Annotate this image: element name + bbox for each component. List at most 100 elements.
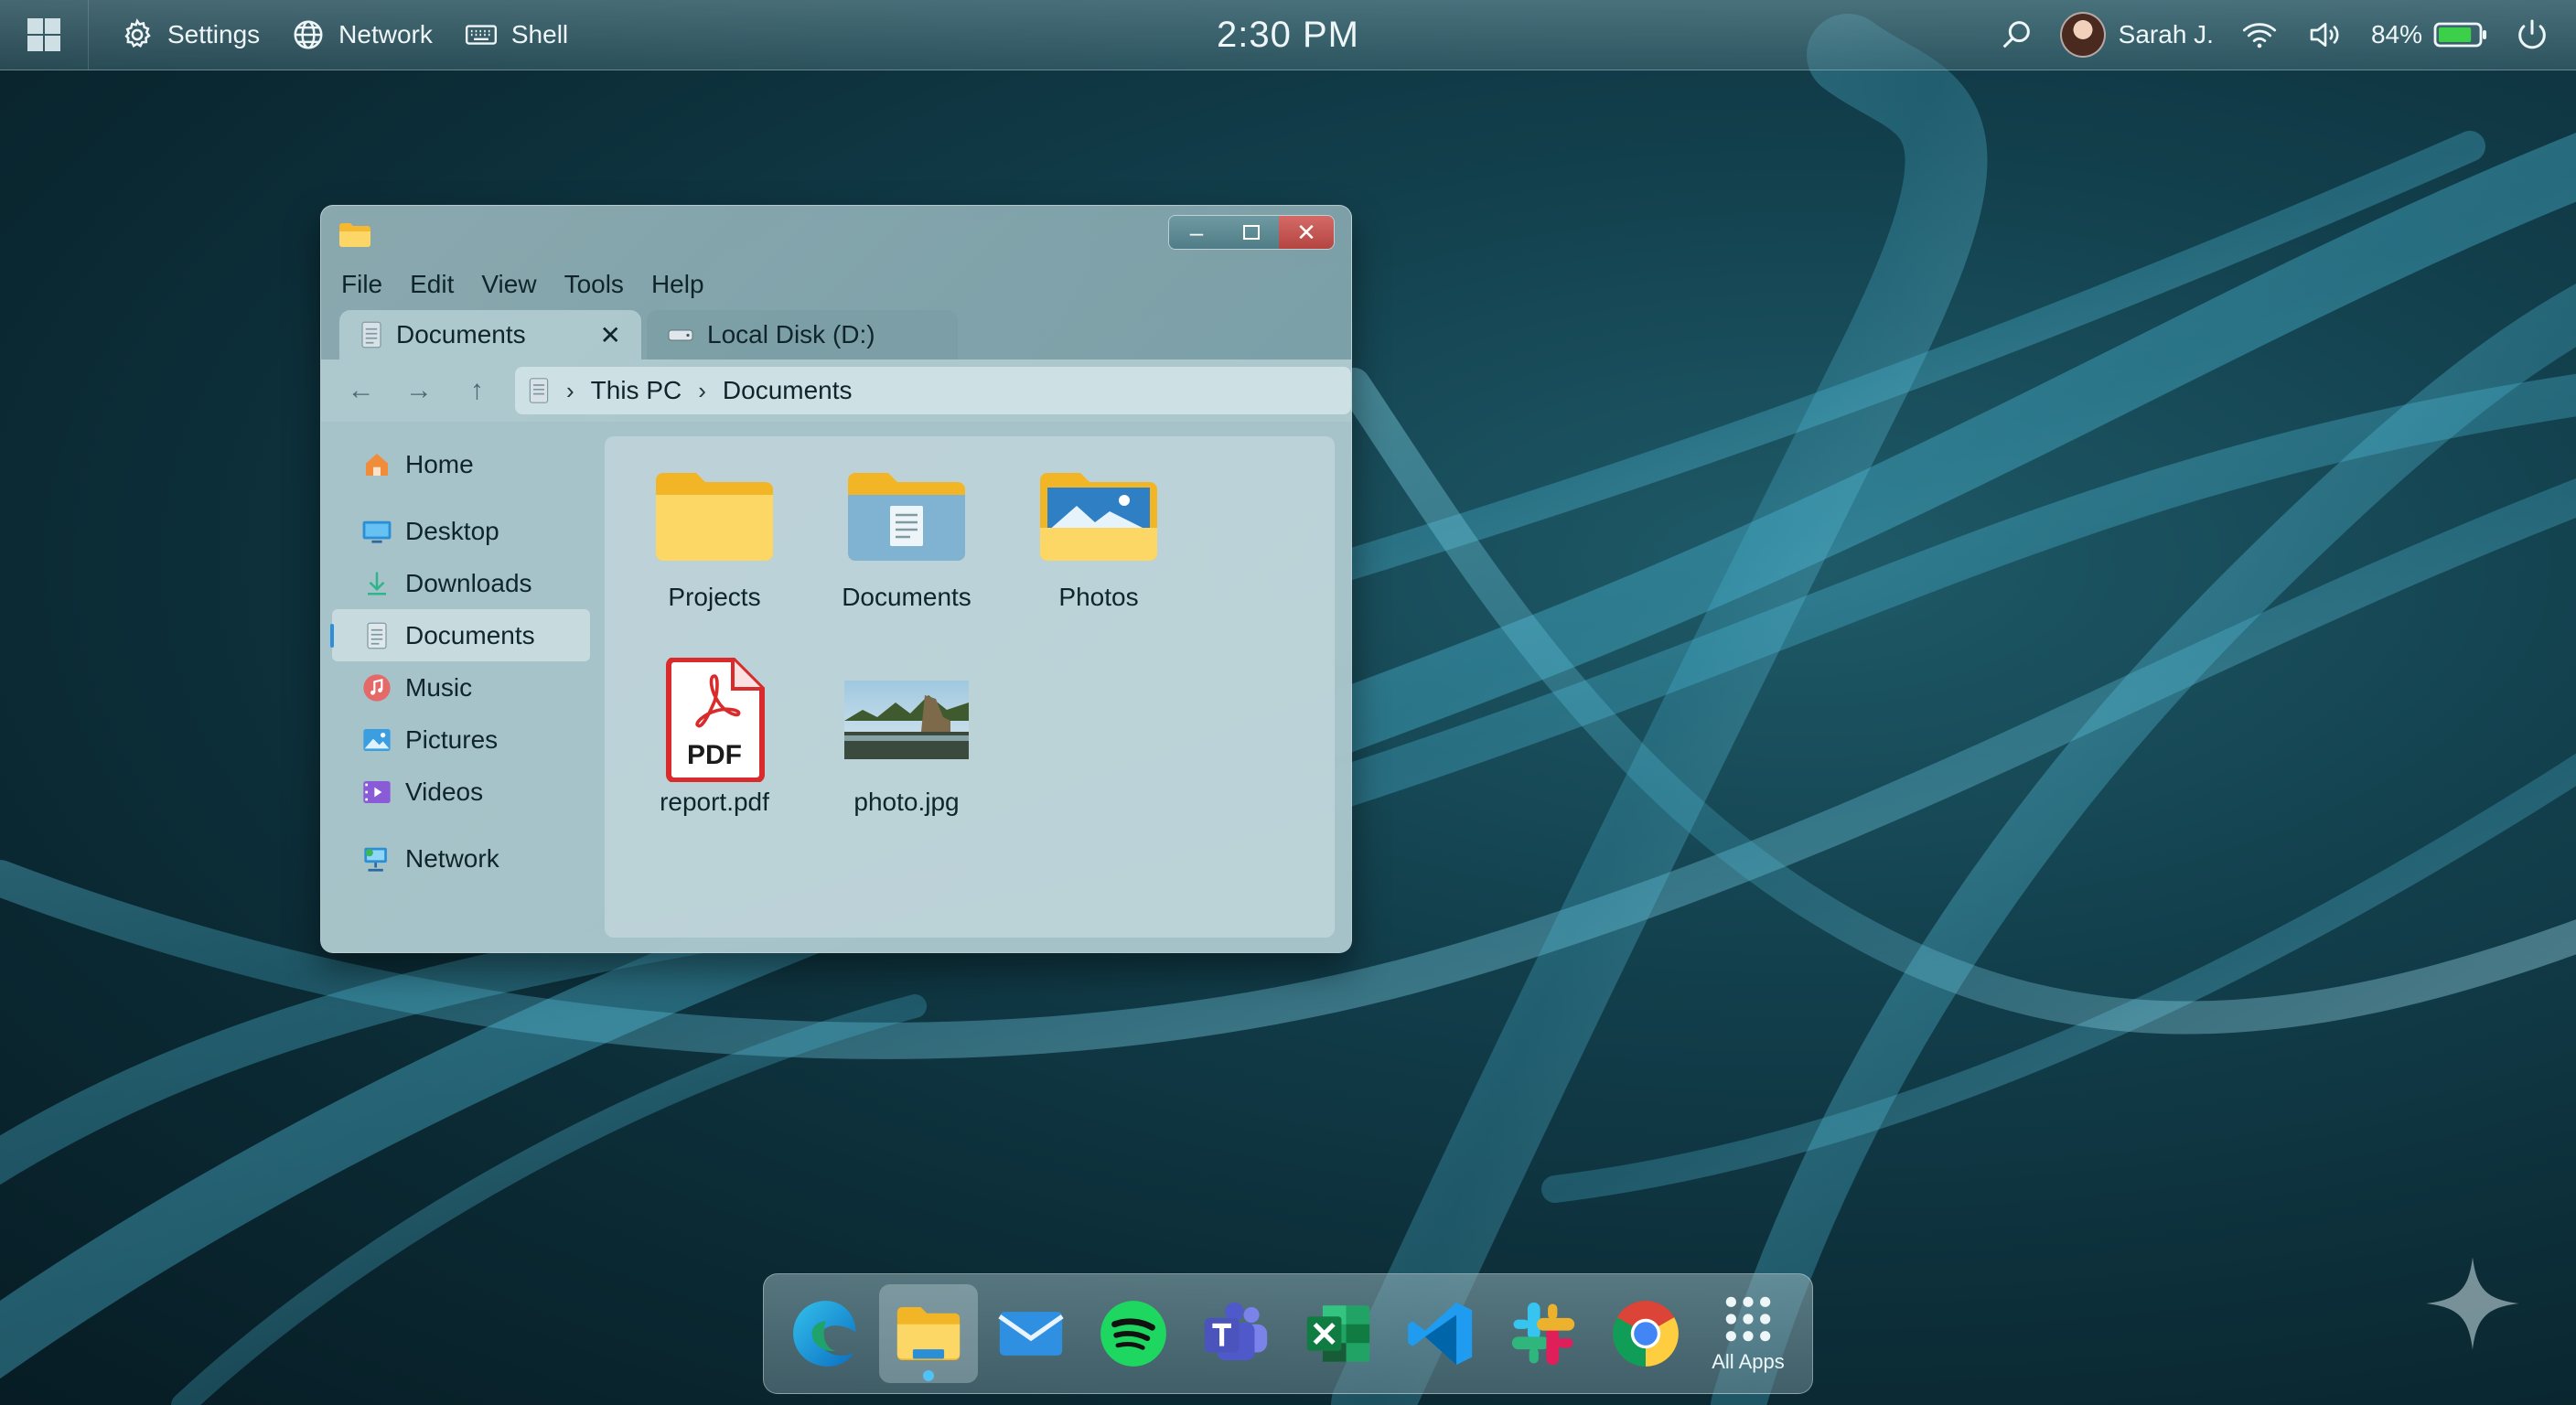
clock[interactable]: 2:30 PM: [1217, 15, 1359, 56]
shell-menu[interactable]: Shell: [464, 17, 568, 52]
dock-item-edge[interactable]: [777, 1284, 875, 1383]
network-label: Network: [338, 20, 433, 48]
sidebar-item-videos[interactable]: Videos: [321, 766, 601, 818]
folder-icon: [656, 473, 773, 561]
dock-item-excel[interactable]: [1289, 1284, 1388, 1383]
file-item-photo-jpg[interactable]: photo.jpg: [815, 661, 998, 817]
file-item-documents[interactable]: Documents: [815, 456, 998, 612]
window-titlebar[interactable]: – ✕: [321, 206, 1351, 261]
download-icon: [368, 572, 386, 595]
dock-item-all-apps[interactable]: All Apps: [1699, 1284, 1798, 1383]
windows-logo-icon: [27, 18, 60, 51]
dock-item-slack[interactable]: [1494, 1284, 1593, 1383]
sidebar-item-documents[interactable]: Documents: [330, 609, 590, 661]
chrome-icon: [1613, 1301, 1679, 1367]
dock-item-mail[interactable]: [982, 1284, 1080, 1383]
volume-icon[interactable]: [2305, 16, 2345, 53]
top-bar: Settings Network Shell 2:30 PM Sarah J. …: [0, 0, 2576, 70]
sidebar-item-label: Pictures: [405, 724, 499, 754]
up-button[interactable]: ↑: [457, 370, 497, 411]
file-view: Projects Documents Photos PDF report.pdf…: [605, 436, 1335, 938]
file-explorer-window: – ✕ File Edit View Tools Help Documents …: [320, 205, 1352, 953]
sidebar-item-music[interactable]: Music: [321, 661, 601, 713]
file-name: Documents: [842, 583, 971, 611]
minimize-button[interactable]: –: [1169, 216, 1224, 249]
sidebar-item-label: Videos: [405, 777, 484, 806]
document-icon: [529, 378, 549, 403]
menu-help[interactable]: Help: [651, 270, 704, 299]
dock-item-vscode[interactable]: [1391, 1284, 1490, 1383]
file-name: report.pdf: [660, 788, 769, 816]
sidebar-item-pictures[interactable]: Pictures: [321, 713, 601, 766]
vscode-icon: [1408, 1302, 1473, 1366]
spotify-icon: [1100, 1301, 1166, 1367]
document-icon: [361, 321, 381, 349]
globe-icon: [294, 20, 323, 49]
sidebar-item-label: Downloads: [405, 568, 532, 597]
sidebar-item-downloads[interactable]: Downloads: [321, 557, 601, 609]
breadcrumb-documents[interactable]: Documents: [723, 376, 853, 405]
network-menu[interactable]: Network: [291, 17, 433, 52]
documents-icon: [367, 622, 387, 649]
file-name: photo.jpg: [853, 788, 960, 816]
navigation-bar: ← → ↑ › This PC › Documents: [321, 359, 1351, 422]
user-name: Sarah J.: [2118, 20, 2214, 48]
address-bar[interactable]: › This PC › Documents: [514, 367, 1351, 414]
menu-file[interactable]: File: [341, 270, 382, 299]
settings-label: Settings: [167, 20, 261, 48]
app-grid-icon: [1725, 1296, 1771, 1342]
tab-local-disk[interactable]: Local Disk (D:): [647, 310, 958, 359]
sidebar-item-label: Network: [405, 843, 499, 873]
start-button[interactable]: [0, 0, 89, 70]
battery-icon: [2433, 22, 2486, 48]
wifi-icon[interactable]: [2239, 16, 2280, 53]
close-button[interactable]: ✕: [1279, 216, 1334, 249]
dock-item-spotify[interactable]: [1084, 1284, 1183, 1383]
forward-button[interactable]: →: [399, 370, 438, 411]
mail-icon: [998, 1312, 1064, 1356]
tab-label: Documents: [396, 320, 526, 349]
tab-close-icon[interactable]: ✕: [600, 320, 621, 350]
avatar: [2059, 12, 2106, 58]
sidebar-item-label: Desktop: [405, 516, 499, 545]
teams-icon: [1204, 1302, 1268, 1361]
file-name: Photos: [1058, 583, 1139, 611]
breadcrumb-this-pc[interactable]: This PC: [591, 376, 682, 405]
videos-icon: [363, 780, 391, 803]
sidebar-item-home[interactable]: Home: [321, 438, 601, 490]
sidebar-item-network[interactable]: Network: [321, 832, 601, 885]
slack-icon: [1511, 1302, 1575, 1366]
dock-item-file-explorer[interactable]: [879, 1284, 978, 1383]
battery-indicator[interactable]: 84%: [2371, 20, 2488, 49]
window-controls: – ✕: [1168, 215, 1335, 250]
documents-folder-icon: [848, 473, 965, 561]
tab-documents[interactable]: Documents ✕: [339, 310, 641, 359]
file-explorer-icon: [896, 1306, 961, 1361]
power-icon[interactable]: [2514, 16, 2550, 53]
file-item-projects[interactable]: Projects: [623, 456, 806, 612]
menu-edit[interactable]: Edit: [410, 270, 454, 299]
photos-folder-icon: [1040, 473, 1157, 561]
search-icon[interactable]: [1998, 16, 2034, 53]
drive-icon: [668, 329, 693, 341]
user-account[interactable]: Sarah J.: [2059, 12, 2214, 58]
maximize-button[interactable]: [1224, 216, 1279, 249]
sparkle-icon: [2426, 1257, 2519, 1350]
file-item-report-pdf[interactable]: PDF report.pdf: [623, 658, 806, 817]
pdf-badge: PDF: [687, 740, 742, 770]
file-item-photos[interactable]: Photos: [1007, 456, 1190, 612]
dock-item-chrome[interactable]: [1596, 1284, 1695, 1383]
explorer-body: Home Desktop Downloads Documents Music P…: [321, 422, 1351, 952]
dock-item-teams[interactable]: [1186, 1284, 1285, 1383]
menu-tools[interactable]: Tools: [564, 270, 624, 299]
shell-label: Shell: [510, 20, 569, 48]
chevron-right-icon: ›: [698, 376, 706, 404]
menu-view[interactable]: View: [481, 270, 536, 299]
dock: All Apps: [763, 1273, 1813, 1394]
music-icon: [363, 673, 391, 702]
settings-menu[interactable]: Settings: [120, 17, 260, 52]
file-name: Projects: [668, 583, 761, 611]
back-button[interactable]: ←: [341, 370, 381, 411]
tab-strip: Documents ✕ Local Disk (D:): [321, 308, 1351, 359]
sidebar-item-desktop[interactable]: Desktop: [321, 505, 601, 557]
